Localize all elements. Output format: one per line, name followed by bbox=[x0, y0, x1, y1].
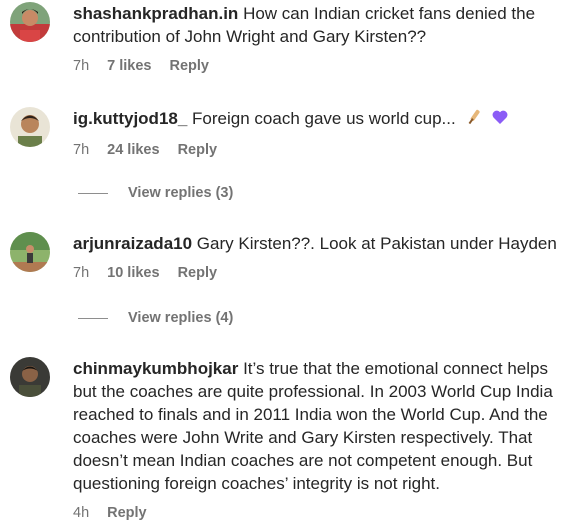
comment-body: shashankpradhan.in How can Indian cricke… bbox=[73, 2, 564, 76]
timestamp: 7h bbox=[73, 58, 90, 74]
divider-line bbox=[78, 192, 108, 194]
avatar[interactable] bbox=[10, 2, 50, 42]
divider-line bbox=[78, 317, 108, 319]
likes-count[interactable]: 24 likes bbox=[107, 142, 159, 158]
timestamp: 4h bbox=[73, 505, 90, 521]
comment-meta: 7h 10 likes Reply bbox=[73, 263, 564, 283]
view-replies-button[interactable]: View replies (4) bbox=[78, 310, 233, 326]
comment-meta: 4h Reply bbox=[73, 503, 564, 523]
comment-text: arjunraizada10 Gary Kirsten??. Look at P… bbox=[73, 232, 564, 255]
comment-body: chinmaykumbhojkar It’s true that the emo… bbox=[73, 357, 564, 523]
comment-meta: 7h 24 likes Reply bbox=[73, 140, 564, 160]
username-link[interactable]: shashankpradhan.in bbox=[73, 4, 238, 23]
reply-button[interactable]: Reply bbox=[178, 142, 218, 158]
username-link[interactable]: arjunraizada10 bbox=[73, 234, 192, 253]
avatar[interactable] bbox=[10, 232, 50, 272]
comment-text: ig.kuttyjod18_ Foreign coach gave us wor… bbox=[73, 107, 564, 132]
username-link[interactable]: ig.kuttyjod18_ bbox=[73, 109, 187, 128]
cricket-bat-icon bbox=[464, 108, 482, 132]
view-replies-label: View replies (3) bbox=[128, 185, 234, 201]
purple-heart-icon bbox=[491, 108, 509, 132]
comment-content: Foreign coach gave us world cup... bbox=[192, 109, 456, 128]
timestamp: 7h bbox=[73, 142, 90, 158]
timestamp: 7h bbox=[73, 265, 90, 281]
comment-text: shashankpradhan.in How can Indian cricke… bbox=[73, 2, 564, 48]
likes-count[interactable]: 7 likes bbox=[107, 58, 151, 74]
comment-content: Gary Kirsten??. Look at Pakistan under H… bbox=[196, 234, 557, 253]
reply-button[interactable]: Reply bbox=[178, 265, 218, 281]
comment-body: arjunraizada10 Gary Kirsten??. Look at P… bbox=[73, 232, 564, 283]
comment-content: It’s true that the emotional connect hel… bbox=[73, 359, 553, 493]
likes-count[interactable]: 10 likes bbox=[107, 265, 159, 281]
avatar[interactable] bbox=[10, 107, 50, 147]
view-replies-button[interactable]: View replies (3) bbox=[78, 185, 233, 201]
avatar[interactable] bbox=[10, 357, 50, 397]
comment-meta: 7h 7 likes Reply bbox=[73, 56, 564, 76]
view-replies-label: View replies (4) bbox=[128, 310, 234, 326]
comment-body: ig.kuttyjod18_ Foreign coach gave us wor… bbox=[73, 107, 564, 160]
reply-button[interactable]: Reply bbox=[107, 505, 147, 521]
comment-text: chinmaykumbhojkar It’s true that the emo… bbox=[73, 357, 564, 495]
reply-button[interactable]: Reply bbox=[169, 58, 209, 74]
username-link[interactable]: chinmaykumbhojkar bbox=[73, 359, 238, 378]
